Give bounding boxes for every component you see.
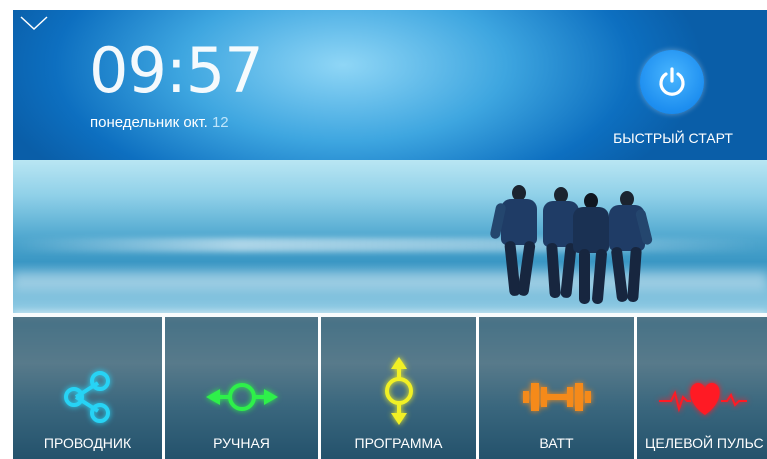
mode-tile-manual[interactable]: РУЧНАЯ: [165, 317, 321, 459]
date-day: 12: [211, 114, 229, 131]
home-screen: 09:57 понедельник окт. 12 БЫСТРЫЙ СТАРТ: [13, 10, 767, 459]
mode-label: ВАТТ: [539, 435, 574, 451]
mode-tile-watt[interactable]: ВАТТ: [479, 317, 637, 459]
vertical-arrows-icon: [384, 357, 413, 425]
menu-toggle-button[interactable]: [19, 14, 49, 32]
mode-tile-target-hr[interactable]: ЦЕЛЕВОЙ ПУЛЬС: [637, 317, 767, 459]
power-icon: [659, 67, 685, 96]
heart-pulse-icon: [659, 382, 747, 415]
share-nodes-icon: [63, 371, 110, 423]
clock-display: 09:57: [89, 40, 264, 102]
mode-label: ПРОВОДНИК: [43, 435, 132, 451]
mode-tile-program[interactable]: ПРОГРАММА: [321, 317, 479, 459]
mode-bar: ПРОВОДНИК РУЧНАЯ ПРОГРАММА ВАТТ ЦЕЛЕВОЙ …: [13, 313, 767, 459]
mode-label: ЦЕЛЕВОЙ ПУЛЬС: [645, 435, 764, 451]
mode-label: ПРОГРАММА: [354, 435, 443, 451]
horizontal-arrows-icon: [205, 383, 278, 411]
dumbbell-icon: [522, 383, 591, 411]
date-display: понедельник окт. 12: [90, 114, 229, 131]
clock-hours: 09: [89, 34, 167, 107]
date-weekday-month: понедельник окт.: [90, 114, 208, 131]
power-button[interactable]: [640, 50, 704, 114]
mode-tile-guide[interactable]: ПРОВОДНИК: [13, 317, 165, 459]
quick-start-label: БЫСТРЫЙ СТАРТ: [613, 130, 733, 146]
chevron-down-icon: [20, 16, 48, 31]
clock-separator: :: [165, 34, 187, 107]
clock-minutes: 57: [185, 34, 264, 107]
mode-label: РУЧНАЯ: [213, 435, 270, 451]
quick-start-button[interactable]: БЫСТРЫЙ СТАРТ: [603, 50, 743, 150]
runners-image: [489, 175, 661, 315]
